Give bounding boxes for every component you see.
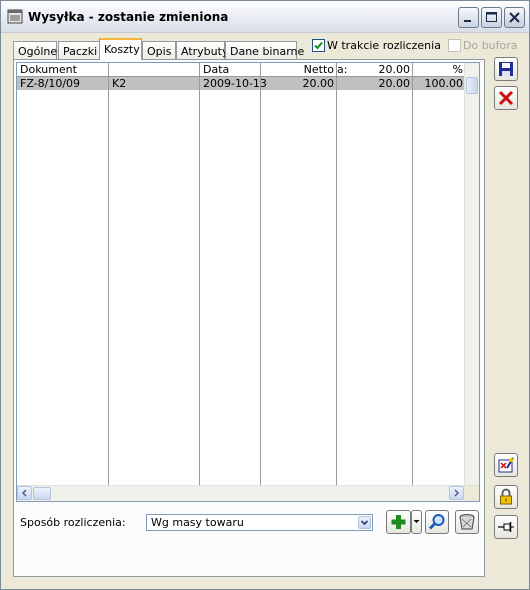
title-bar[interactable]: Wysyłka - zostanie zmieniona	[1, 1, 529, 33]
tab-ogolne[interactable]: Ogólne	[13, 41, 57, 59]
cell-dokument: FZ-8/10/09	[20, 77, 81, 90]
app-icon	[7, 9, 23, 24]
scroll-left-button[interactable]	[17, 486, 32, 500]
cell-a: 20.00	[378, 77, 411, 90]
chevron-right-icon	[454, 489, 460, 497]
column-divider	[336, 63, 337, 487]
vertical-scroll-thumb[interactable]	[466, 77, 478, 94]
close-icon	[509, 12, 520, 23]
column-divider	[260, 63, 261, 487]
minimize-icon	[464, 20, 471, 22]
chevron-left-icon	[21, 489, 27, 497]
column-divider	[199, 63, 200, 487]
horizontal-scroll-thumb[interactable]	[33, 487, 51, 500]
cell-percent: 100.00	[424, 77, 464, 90]
tab-dane-binarne[interactable]: Dane binarne	[225, 41, 304, 59]
tab-koszty[interactable]: Koszty	[99, 38, 142, 60]
tab-paczki[interactable]: Paczki	[58, 41, 100, 59]
sposob-rozliczenia-select[interactable]: Wg masy towaru	[146, 514, 373, 531]
lock-icon	[500, 488, 512, 505]
maximize-icon	[486, 12, 497, 22]
checkmark-icon	[314, 41, 323, 50]
do-bufora-checkbox[interactable]	[448, 39, 461, 52]
sposob-rozliczenia-value: Wg masy towaru	[151, 516, 244, 529]
save-icon	[499, 62, 513, 76]
magnifier-icon	[428, 514, 445, 530]
scroll-corner	[464, 486, 479, 501]
trash-icon	[459, 514, 475, 530]
vertical-scrollbar[interactable]	[464, 63, 479, 487]
header-amount[interactable]: 20.00	[337, 63, 411, 76]
header-percent[interactable]: %	[413, 63, 463, 76]
close-button[interactable]	[504, 7, 525, 28]
do-bufora-label: Do bufora	[463, 39, 518, 52]
cell-code: K2	[112, 77, 127, 90]
cell-data: 2009-10-13	[203, 77, 267, 90]
cell-netto: 20.00	[302, 77, 335, 90]
dialog-window: Wysyłka - zostanie zmieniona Ogólne Pacz…	[0, 0, 530, 590]
header-data[interactable]: Data	[203, 63, 229, 76]
do-bufora-checkbox-row[interactable]: Do bufora	[448, 38, 518, 54]
window-title: Wysyłka - zostanie zmieniona	[28, 10, 229, 24]
add-icon	[391, 515, 406, 529]
tab-atrybuty[interactable]: Atrybuty	[176, 41, 228, 59]
pin-button[interactable]	[494, 515, 518, 539]
minimize-button[interactable]	[458, 7, 479, 28]
horizontal-scrollbar[interactable]	[17, 485, 479, 501]
table-header: Dokument Data Netto a: 20.00 %	[17, 63, 467, 77]
costs-table[interactable]: Dokument Data Netto a: 20.00 % FZ-8/10/0…	[16, 62, 480, 502]
cancel-button[interactable]	[494, 86, 518, 110]
column-divider	[412, 63, 413, 487]
chevron-down-icon	[360, 520, 369, 526]
add-dropdown-button[interactable]	[411, 510, 422, 534]
cancel-icon	[498, 90, 514, 106]
save-button[interactable]	[494, 57, 518, 81]
header-netto[interactable]: Netto	[261, 63, 334, 76]
w-trakcie-checkbox-row[interactable]: W trakcie rozliczenia	[312, 38, 441, 54]
edit-document-icon	[498, 457, 514, 473]
maximize-button[interactable]	[481, 7, 502, 28]
chevron-down-icon	[413, 520, 420, 523]
header-dokument[interactable]: Dokument	[20, 63, 77, 76]
add-button[interactable]	[386, 510, 411, 534]
sposob-rozliczenia-label: Sposób rozliczenia:	[20, 516, 126, 529]
delete-button[interactable]	[455, 510, 479, 534]
column-divider	[108, 63, 109, 487]
tab-opis[interactable]: Opis	[142, 41, 176, 59]
lock-button[interactable]	[494, 485, 518, 509]
edit-document-button[interactable]	[494, 453, 518, 477]
pin-icon	[498, 522, 514, 532]
w-trakcie-label: W trakcie rozliczenia	[327, 39, 441, 52]
dropdown-button[interactable]	[358, 516, 371, 529]
table-row[interactable]: FZ-8/10/09 K2 2009-10-13 20.00 20.00 100…	[17, 77, 467, 90]
search-button[interactable]	[425, 510, 449, 534]
scroll-right-button[interactable]	[449, 486, 464, 500]
w-trakcie-checkbox[interactable]	[312, 39, 325, 52]
